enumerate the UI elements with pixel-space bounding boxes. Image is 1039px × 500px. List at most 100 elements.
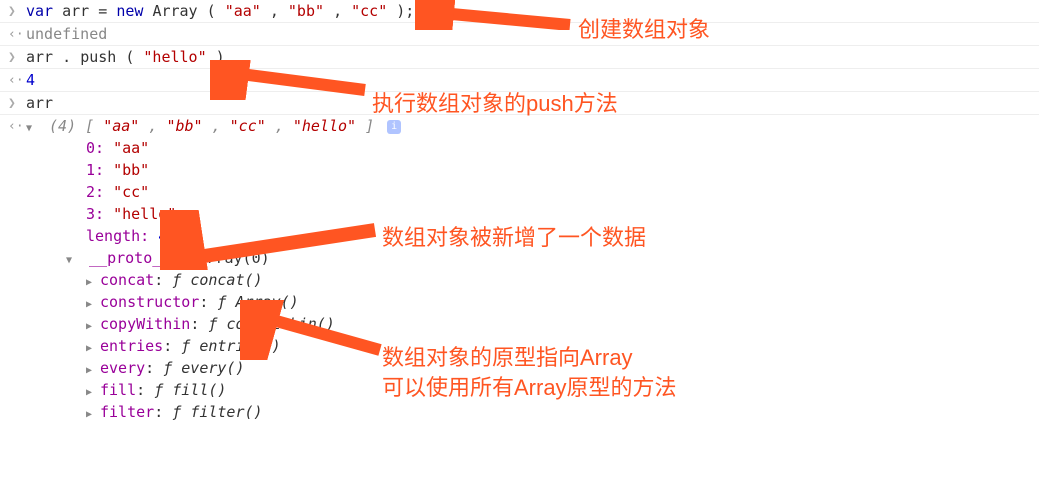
- function-keyword: ƒ: [163, 359, 181, 377]
- proto-method-row[interactable]: ▶filter: ƒ filter(): [0, 401, 1039, 423]
- annotation-4-line1: 数组对象的原型指向Array: [382, 340, 633, 372]
- console-input-row[interactable]: ❯ var arr = new Array ( "aa" , "bb" , "c…: [0, 0, 1039, 23]
- colon: :: [145, 359, 163, 377]
- index-2: 2:: [86, 183, 113, 201]
- object-property-row[interactable]: 1: "bb": [0, 159, 1039, 181]
- bracket-close: ]: [365, 117, 374, 135]
- console-output-row: ‹· undefined: [0, 23, 1039, 46]
- index-1: 1:: [86, 161, 113, 179]
- proto-method-row[interactable]: ▶constructor: ƒ Array(): [0, 291, 1039, 313]
- identifier-arr: arr: [62, 2, 89, 20]
- proto-method-row[interactable]: ▶copyWithin: ƒ copyWithin(): [0, 313, 1039, 335]
- method-name: filter: [100, 403, 154, 421]
- toggle-expand-icon[interactable]: ▼: [26, 123, 38, 134]
- length-value: 4: [158, 227, 167, 245]
- object-property-row[interactable]: 2: "cc": [0, 181, 1039, 203]
- function-sig: Array(): [235, 293, 298, 311]
- prompt-icon: ❯: [8, 96, 26, 111]
- array-preview: (4) [ "aa" , "bb" , "cc" , "hello" ]: [49, 117, 383, 135]
- function-sig: concat(): [190, 271, 262, 289]
- paren-open: (: [207, 2, 216, 20]
- return-icon: ‹·: [8, 119, 26, 134]
- colon: :: [154, 403, 172, 421]
- preview-v3: "hello": [293, 117, 356, 135]
- function-sig: every(): [181, 359, 244, 377]
- colon: :: [154, 271, 172, 289]
- method-push: push: [80, 48, 116, 66]
- return-icon: ‹·: [8, 27, 26, 42]
- class-array: Array: [152, 2, 197, 20]
- method-name: entries: [100, 337, 163, 355]
- toggle-collapsed-icon[interactable]: ▶: [86, 343, 98, 354]
- value-aa: "aa": [113, 139, 149, 157]
- result-undefined: undefined: [26, 25, 1039, 43]
- method-name: fill: [100, 381, 136, 399]
- value-cc: "cc": [113, 183, 149, 201]
- equals: =: [98, 2, 116, 20]
- proto-key: __proto__: [89, 249, 170, 267]
- object-property-row[interactable]: 0: "aa": [0, 137, 1039, 159]
- dot: .: [62, 48, 71, 66]
- toggle-collapsed-icon[interactable]: ▶: [86, 277, 98, 288]
- comma: ,: [212, 117, 230, 135]
- function-sig: filter(): [190, 403, 262, 421]
- string-bb: "bb": [288, 2, 324, 20]
- prompt-icon: ❯: [8, 50, 26, 65]
- string-hello: "hello": [143, 48, 206, 66]
- identifier-arr: arr: [26, 48, 53, 66]
- method-name: every: [100, 359, 145, 377]
- method-name: copyWithin: [100, 315, 190, 333]
- keyword-var: var: [26, 2, 53, 20]
- colon: :: [163, 337, 181, 355]
- comma: ,: [275, 117, 293, 135]
- function-keyword: ƒ: [154, 381, 172, 399]
- array-length: (4): [49, 117, 76, 135]
- toggle-collapsed-icon[interactable]: ▶: [86, 387, 98, 398]
- info-icon[interactable]: i: [387, 120, 401, 134]
- comma: ,: [270, 2, 279, 20]
- toggle-collapsed-icon[interactable]: ▶: [86, 365, 98, 376]
- proto-method-row[interactable]: ▶concat: ƒ concat(): [0, 269, 1039, 291]
- console-object-row[interactable]: ‹· ▼ (4) [ "aa" , "bb" , "cc" , "hello" …: [0, 115, 1039, 137]
- prompt-icon: ❯: [8, 4, 26, 19]
- console-input-row[interactable]: ❯ arr . push ( "hello" ): [0, 46, 1039, 69]
- paren-close: ): [216, 48, 225, 66]
- toggle-collapsed-icon[interactable]: ▶: [86, 321, 98, 332]
- string-cc: "cc": [351, 2, 387, 20]
- toggle-collapsed-icon[interactable]: ▶: [86, 409, 98, 420]
- toggle-expand-icon[interactable]: ▼: [66, 255, 78, 266]
- method-name: constructor: [100, 293, 199, 311]
- comma: ,: [148, 117, 166, 135]
- annotation-4-line2: 可以使用所有Array原型的方法: [382, 370, 677, 402]
- colon: :: [199, 293, 217, 311]
- colon: :: [190, 315, 208, 333]
- string-aa: "aa": [225, 2, 261, 20]
- code-line-1: var arr = new Array ( "aa" , "bb" , "cc"…: [26, 2, 1039, 20]
- toggle-collapsed-icon[interactable]: ▶: [86, 299, 98, 310]
- comma: ,: [333, 2, 342, 20]
- code-line-2: arr . push ( "hello" ): [26, 48, 1039, 66]
- function-keyword: ƒ: [181, 337, 199, 355]
- function-keyword: ƒ: [217, 293, 235, 311]
- annotation-2: 执行数组对象的push方法: [372, 86, 618, 118]
- function-sig: entries(): [199, 337, 280, 355]
- proto-value: : Array(0): [179, 249, 269, 267]
- annotation-1: 创建数组对象: [578, 12, 710, 44]
- preview-v1: "bb": [166, 117, 202, 135]
- keyword-new: new: [116, 2, 143, 20]
- bracket-open: [: [85, 117, 94, 135]
- value-bb: "bb": [113, 161, 149, 179]
- annotation-3: 数组对象被新增了一个数据: [382, 220, 646, 252]
- object-preview[interactable]: ▼ (4) [ "aa" , "bb" , "cc" , "hello" ] i: [26, 117, 1039, 135]
- value-hello: "hello": [113, 205, 176, 223]
- function-sig: fill(): [172, 381, 226, 399]
- function-sig: copyWithin(): [226, 315, 334, 333]
- paren-open: (: [125, 48, 134, 66]
- function-keyword: ƒ: [172, 403, 190, 421]
- function-keyword: ƒ: [172, 271, 190, 289]
- preview-v0: "aa": [103, 117, 139, 135]
- index-0: 0:: [86, 139, 113, 157]
- method-name: concat: [100, 271, 154, 289]
- colon: :: [136, 381, 154, 399]
- paren-close: );: [396, 2, 414, 20]
